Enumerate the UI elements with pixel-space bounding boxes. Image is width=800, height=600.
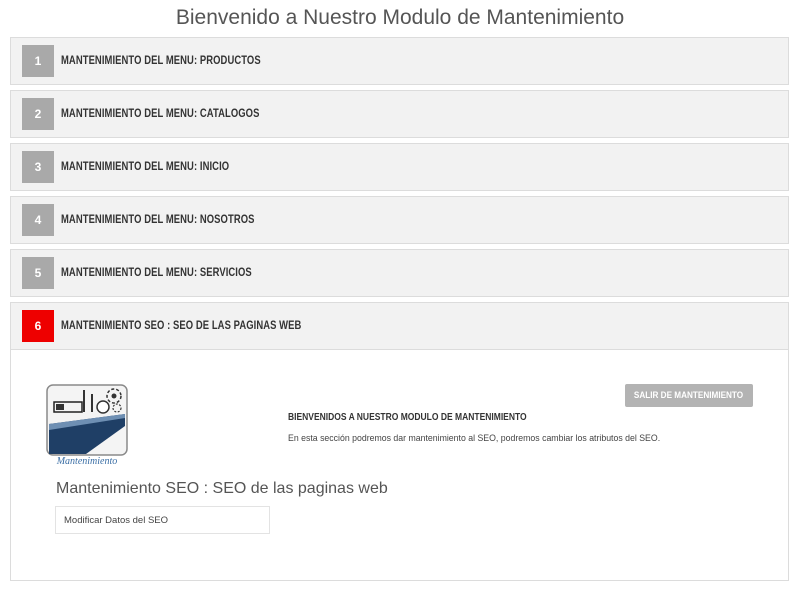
- exit-maintenance-button[interactable]: SALIR DE MANTENIMIENTO: [625, 384, 753, 407]
- item-label: MANTENIMIENTO DEL MENU: NOSOTROS: [61, 214, 255, 226]
- menu-item-seo[interactable]: 6 MANTENIMIENTO SEO : SEO DE LAS PAGINAS…: [10, 302, 789, 350]
- item-number-badge: 1: [22, 45, 54, 77]
- welcome-heading: BIENVENIDOS A NUESTRO MODULO DE MANTENIM…: [288, 412, 527, 423]
- item-label: MANTENIMIENTO DEL MENU: SERVICIOS: [61, 267, 252, 279]
- item-label: MANTENIMIENTO SEO : SEO DE LAS PAGINAS W…: [61, 320, 302, 332]
- item-label: MANTENIMIENTO DEL MENU: CATALOGOS: [61, 108, 260, 120]
- menu-item-catalogos[interactable]: 2 MANTENIMIENTO DEL MENU: CATALOGOS: [10, 90, 789, 138]
- section-title: Mantenimiento SEO : SEO de las paginas w…: [56, 480, 388, 497]
- page-title: Bienvenido a Nuestro Modulo de Mantenimi…: [175, 6, 625, 29]
- menu-item-inicio[interactable]: 3 MANTENIMIENTO DEL MENU: INICIO: [10, 143, 789, 191]
- menu-item-servicios[interactable]: 5 MANTENIMIENTO DEL MENU: SERVICIOS: [10, 249, 789, 297]
- description-text: En esta sección podremos dar mantenimien…: [288, 433, 661, 444]
- logo-text: Mantenimiento: [56, 456, 118, 466]
- maintenance-logo: Mantenimiento: [46, 384, 128, 467]
- item-label: MANTENIMIENTO DEL MENU: PRODUCTOS: [61, 55, 261, 67]
- item-number-badge: 4: [22, 204, 54, 236]
- item-number-badge: 3: [22, 151, 54, 183]
- item-number-badge: 2: [22, 98, 54, 130]
- item-number-badge-active: 6: [22, 310, 54, 342]
- item-label: MANTENIMIENTO DEL MENU: INICIO: [61, 161, 230, 173]
- seo-panel: Mantenimiento SALIR DE MANTENIMIENTO BIE…: [10, 350, 789, 581]
- menu-item-productos[interactable]: 1 MANTENIMIENTO DEL MENU: PRODUCTOS: [10, 37, 789, 85]
- maintenance-accordion: 1 MANTENIMIENTO DEL MENU: PRODUCTOS 2 MA…: [10, 37, 789, 581]
- modify-seo-button[interactable]: Modificar Datos del SEO: [55, 506, 270, 534]
- item-number-badge: 5: [22, 257, 54, 289]
- menu-item-nosotros[interactable]: 4 MANTENIMIENTO DEL MENU: NOSOTROS: [10, 196, 789, 244]
